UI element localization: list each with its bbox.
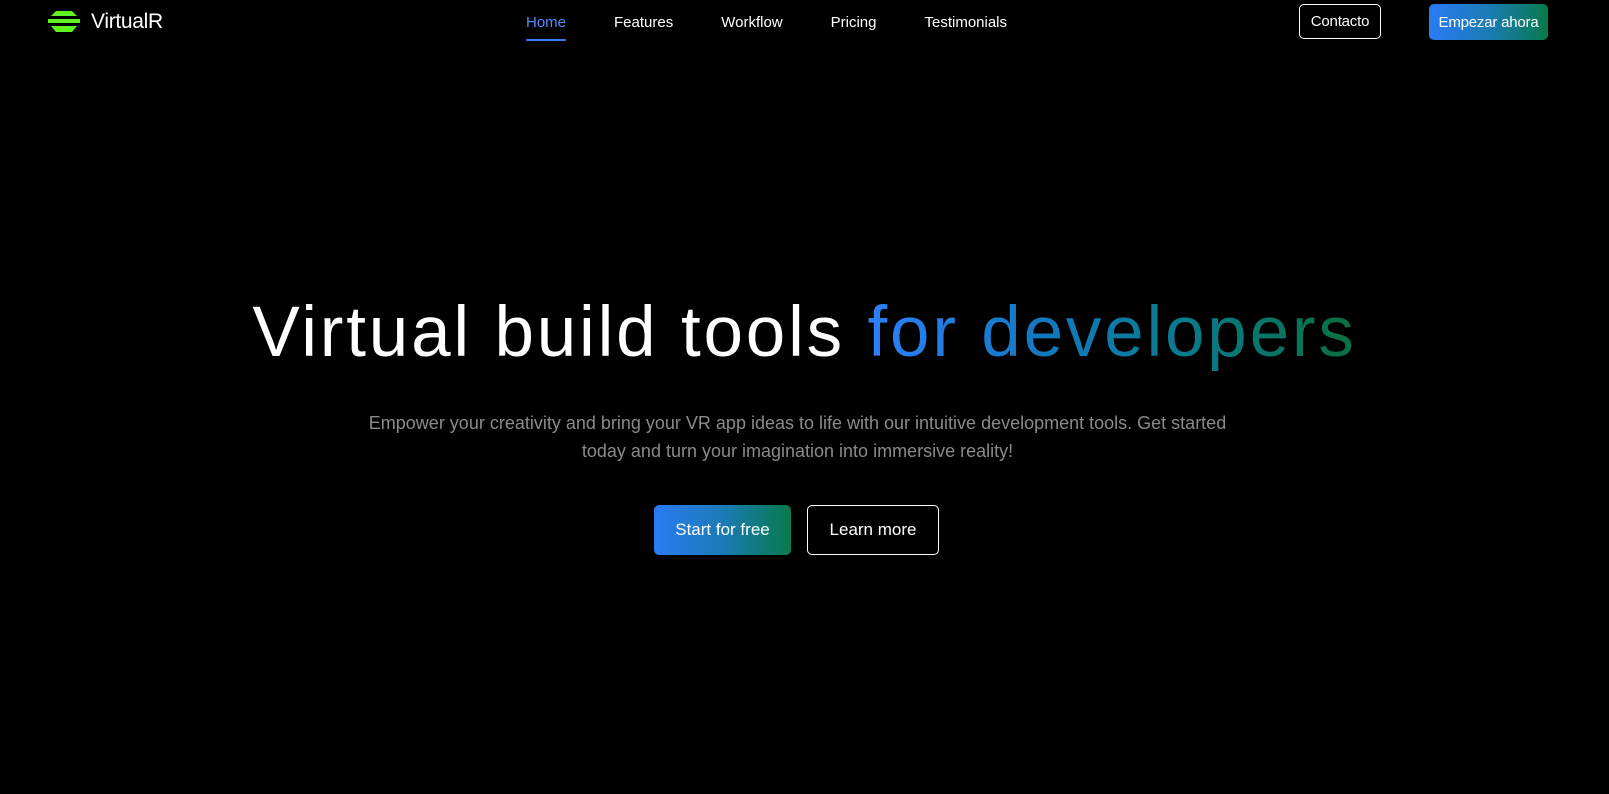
contact-button[interactable]: Contacto (1299, 4, 1381, 39)
main-nav: Home Features Workflow Pricing Testimoni… (526, 0, 1055, 46)
nav-item-workflow[interactable]: Workflow (721, 0, 782, 42)
site-header: VirtualR Home Features Workflow Pricing … (0, 0, 1609, 46)
brand-logo-link[interactable]: VirtualR (47, 9, 163, 35)
nav-item-home[interactable]: Home (526, 0, 567, 42)
brand-name: VirtualR (91, 10, 163, 33)
nav-item-pricing[interactable]: Pricing (831, 0, 877, 42)
start-now-button[interactable]: Empezar ahora (1429, 4, 1548, 40)
stacked-layers-logo-icon (48, 11, 80, 32)
hero-title-plain: Virtual build tools (252, 293, 845, 372)
hero-title-gradient: for developers (867, 293, 1357, 372)
nav-item-testimonials[interactable]: Testimonials (924, 0, 1007, 42)
landing-page: VirtualR Home Features Workflow Pricing … (0, 0, 1609, 794)
hero-title: Virtual build tools for developers (0, 290, 1609, 376)
learn-more-button[interactable]: Learn more (807, 505, 939, 555)
nav-item-features[interactable]: Features (614, 0, 673, 42)
hero-description: Empower your creativity and bring your V… (368, 413, 1227, 461)
start-for-free-button[interactable]: Start for free (654, 505, 791, 555)
